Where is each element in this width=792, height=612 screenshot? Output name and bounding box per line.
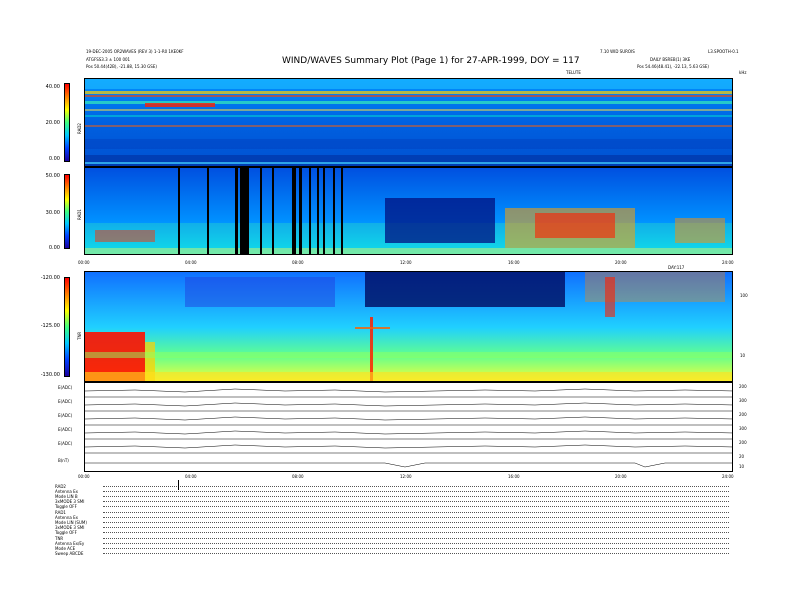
unit-label: kHz bbox=[739, 70, 747, 75]
rad1-spectrogram bbox=[84, 167, 733, 255]
time-axis1-day: DAY:117 bbox=[668, 265, 685, 270]
time-label: TELUTE bbox=[566, 70, 581, 75]
rad2-spectrogram bbox=[84, 78, 733, 167]
rad1-ytick-mid: 30.00 bbox=[45, 210, 60, 216]
trace-label: B(nT) bbox=[58, 458, 69, 463]
time-axis2-tick: 16:00 bbox=[508, 474, 520, 479]
status-rule bbox=[103, 548, 729, 549]
tnr-spectrogram bbox=[84, 271, 733, 382]
trace-right-tick: 200 bbox=[739, 384, 747, 389]
status-rule bbox=[103, 486, 729, 487]
status-rule bbox=[103, 517, 729, 518]
tnr-right-tick-lower: 10 bbox=[740, 353, 746, 358]
time-axis2-tick: 12:00 bbox=[400, 474, 412, 479]
trace-label: E(ADC) bbox=[58, 441, 73, 446]
status-marker bbox=[178, 480, 179, 490]
status-row: Sweep ABCDE bbox=[55, 551, 84, 556]
status-rule bbox=[103, 506, 729, 507]
status-rule bbox=[103, 553, 729, 554]
trace-label: E(ADC) bbox=[58, 413, 73, 418]
time-axis1-tick: 24:00 bbox=[722, 260, 734, 265]
tnr-right-tick-upper: 100 bbox=[740, 293, 748, 298]
time-axis1-tick: 16:00 bbox=[508, 260, 520, 265]
time-axis1-tick: 20:00 bbox=[615, 260, 627, 265]
status-rule bbox=[103, 543, 729, 544]
rad2-label: RAD2 bbox=[77, 123, 82, 134]
status-rule bbox=[103, 538, 729, 539]
tnr-ytick-bottom: -130.00 bbox=[40, 372, 60, 378]
trace-right-tick: 300 bbox=[739, 426, 747, 431]
rad1-label: RAD1 bbox=[77, 209, 82, 220]
time-axis1-tick: 00:00 bbox=[78, 260, 90, 265]
trace-label: E(ADC) bbox=[58, 427, 73, 432]
time-axis1-tick: 12:00 bbox=[400, 260, 412, 265]
trace-right-tick: 200 bbox=[739, 440, 747, 445]
rad1-ytick-bottom: 0.00 bbox=[48, 245, 60, 251]
rad1-colorbar bbox=[64, 174, 70, 249]
header-right-pos: Pos 54.46(48.41), -22.13, 5.63 GSE) bbox=[637, 64, 709, 69]
rad2-ytick-bottom: 0.00 bbox=[48, 156, 60, 162]
trace-label: E(ADC) bbox=[58, 399, 73, 404]
header-right-line1: 7.10 WID SUROIS bbox=[600, 49, 635, 54]
time-axis1-tick: 08:00 bbox=[292, 260, 304, 265]
rad2-ytick-top: 40.00 bbox=[45, 84, 60, 90]
header-left-pos: Pos 50.44(42B), -21.88, 15.30 GSE) bbox=[86, 64, 157, 69]
plot-title: WIND/WAVES Summary Plot (Page 1) for 27-… bbox=[282, 56, 580, 66]
status-rule bbox=[103, 532, 729, 533]
status-rule bbox=[103, 491, 729, 492]
header-left-line1: 19-DEC-2005 OR2WAVES (REV 3) 1-1-R0 1KE0… bbox=[86, 49, 184, 54]
tnr-ytick-mid: -125.00 bbox=[40, 323, 60, 329]
trace-panel bbox=[84, 382, 733, 472]
time-axis2-tick: 08:00 bbox=[292, 474, 304, 479]
header-right-line2: DAILY BSREB(1) 3KE bbox=[650, 57, 691, 62]
header-right-top: L3.SPOOTH-0.1 bbox=[708, 49, 739, 54]
status-rule bbox=[103, 512, 729, 513]
status-row: Toggle OFF bbox=[55, 530, 77, 535]
status-rule bbox=[103, 501, 729, 502]
time-axis2-tick: 20:00 bbox=[615, 474, 627, 479]
rad2-ytick-mid: 20.00 bbox=[45, 120, 60, 126]
trace-label: E(ADC) bbox=[58, 385, 73, 390]
time-axis2-tick: 00:00 bbox=[78, 474, 90, 479]
tnr-ytick-top: -120.00 bbox=[40, 275, 60, 281]
tnr-colorbar bbox=[64, 277, 70, 377]
time-axis2-tick: 24:00 bbox=[722, 474, 734, 479]
tnr-label: TNR bbox=[77, 331, 82, 340]
status-rule bbox=[103, 522, 729, 523]
trace-right-tick: 10 bbox=[739, 464, 745, 469]
status-row: Toggle OFF bbox=[55, 504, 77, 509]
header-left-line2: ATGFSS3.3 ± 100 001 bbox=[86, 57, 131, 62]
trace-right-tick: 20 bbox=[739, 454, 745, 459]
status-rule bbox=[103, 496, 729, 497]
rad2-colorbar bbox=[64, 83, 70, 162]
status-rule bbox=[103, 527, 729, 528]
rad1-ytick-top: 50.00 bbox=[45, 173, 60, 179]
trace-right-tick: 200 bbox=[739, 412, 747, 417]
time-axis2-tick: 04:00 bbox=[185, 474, 197, 479]
trace-right-tick: 300 bbox=[739, 398, 747, 403]
time-axis1-tick: 04:00 bbox=[185, 260, 197, 265]
